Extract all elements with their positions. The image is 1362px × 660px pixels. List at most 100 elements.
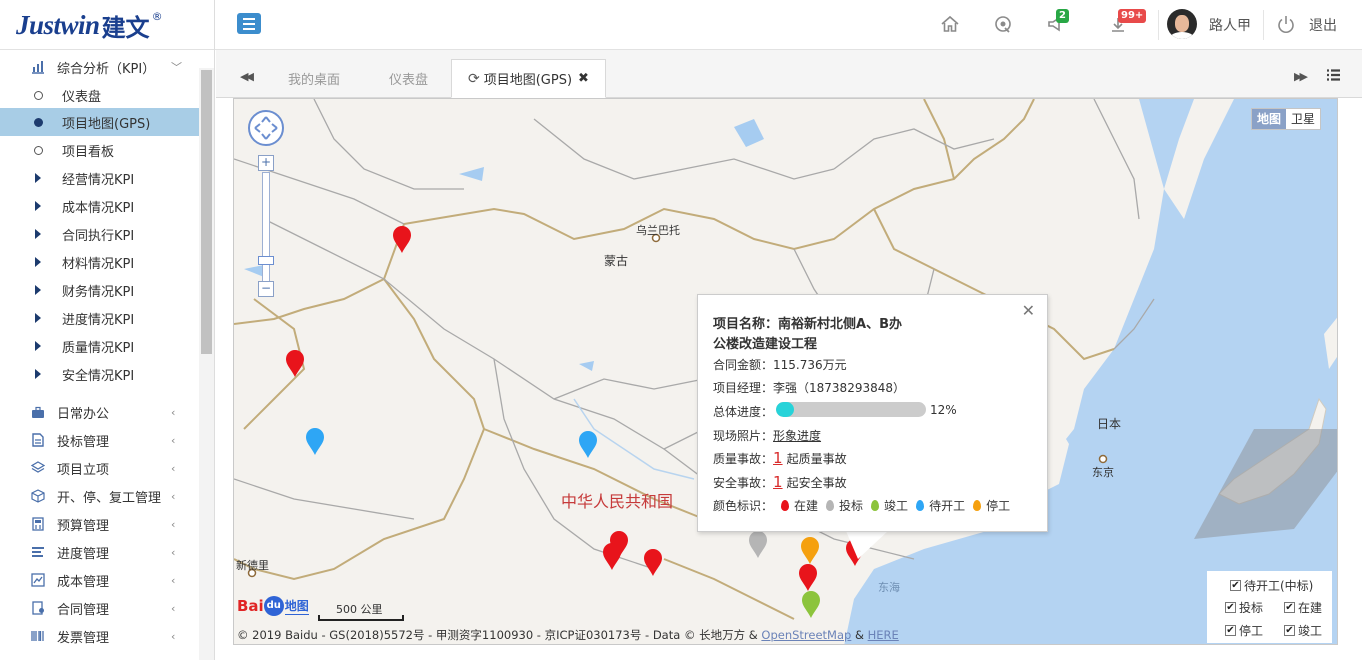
sidebar-group-contract[interactable]: 合同管理 ‹ <box>0 594 199 622</box>
chevron-left-icon: ‹ <box>171 461 176 475</box>
dot-icon <box>31 115 45 129</box>
tab-dashboard[interactable]: 仪表盘 <box>389 59 428 98</box>
map-pin-pending[interactable] <box>305 428 325 456</box>
registered-mark: ® <box>151 9 163 23</box>
safety-count-link[interactable]: 1 <box>773 473 783 491</box>
sidebar-item-project-map[interactable]: 项目地图(GPS) <box>0 108 199 136</box>
bar-chart-icon <box>31 60 45 74</box>
triangle-icon <box>31 255 45 269</box>
sidebar-group-cost[interactable]: 成本管理 ‹ <box>0 566 199 594</box>
sidebar-item-contract-kpi[interactable]: 合同执行KPI <box>0 220 199 248</box>
filter-bidding[interactable]: ✔ 投标 <box>1225 599 1263 616</box>
sidebar-item-project-board[interactable]: 项目看板 <box>0 136 199 164</box>
chevron-left-icon: ‹ <box>171 545 176 559</box>
map-pin-building[interactable] <box>602 543 622 571</box>
tab-my-desktop[interactable]: 我的桌面 <box>288 59 340 98</box>
username[interactable]: 路人甲 <box>1209 15 1251 35</box>
sidebar-group-kpi[interactable]: 综合分析（KPI） ﹀ <box>0 53 199 81</box>
site-photo-link[interactable]: 形象进度 <box>773 429 821 443</box>
close-icon[interactable]: ✕ <box>1022 301 1035 320</box>
refresh-icon[interactable]: ⟳ <box>468 71 480 87</box>
popup-pointer <box>846 531 888 559</box>
map-label-china: 中华人民共和国 <box>561 492 674 511</box>
map-zoom-slider[interactable] <box>262 172 270 282</box>
header-divider <box>1263 10 1264 40</box>
barcode-icon <box>31 629 45 643</box>
map-pin-building[interactable] <box>798 564 818 592</box>
avatar[interactable] <box>1167 9 1197 39</box>
map-scale: 500 公里 <box>318 601 404 621</box>
menu-toggle-button[interactable] <box>237 13 261 34</box>
scrollbar-thumb[interactable] <box>201 70 212 354</box>
tab-project-map[interactable]: ⟳ 项目地图(GPS) ✖ <box>451 59 606 98</box>
map-zoom-in-button[interactable]: + <box>258 155 274 171</box>
site-photo: 现场照片：形象进度 <box>713 429 822 443</box>
sidebar-item-label: 成本情况KPI <box>62 200 135 216</box>
chevron-left-icon: ‹ <box>171 573 176 587</box>
map-pin-pending[interactable] <box>578 431 598 459</box>
circle-icon <box>31 143 45 157</box>
triangle-icon <box>31 227 45 241</box>
color-legend: 颜色标识： 在建 投标 竣工 待开工 停工 <box>713 499 1011 513</box>
sidebar-item-label: 安全情况KPI <box>62 368 135 384</box>
tab-scroll-left-icon[interactable]: ◀◀ <box>240 70 254 83</box>
map-pin-building[interactable] <box>392 226 412 254</box>
here-link[interactable]: HERE <box>868 628 899 642</box>
sidebar-group-label: 项目立项 <box>57 462 110 478</box>
filter-pending-bid[interactable]: ✔ 待开工(中标) <box>1230 577 1313 594</box>
sidebar-item-safety-kpi[interactable]: 安全情况KPI <box>0 360 199 388</box>
logout-button[interactable]: 退出 <box>1309 15 1337 35</box>
progress-label: 总体进度： <box>713 405 774 419</box>
chart-icon <box>31 573 45 587</box>
map-zoom-handle[interactable] <box>258 256 274 265</box>
sidebar: 综合分析（KPI） ﹀ 仪表盘 项目地图(GPS) 项目看板 经营情况KPI 成… <box>0 50 215 660</box>
sidebar-group-work-status[interactable]: 开、停、复工管理 ‹ <box>0 482 199 510</box>
sidebar-group-budget[interactable]: 预算管理 ‹ <box>0 510 199 538</box>
sidebar-item-material-kpi[interactable]: 材料情况KPI <box>0 248 199 276</box>
sidebar-item-operation-kpi[interactable]: 经营情况KPI <box>0 164 199 192</box>
filter-building[interactable]: ✔ 在建 <box>1284 599 1322 616</box>
map-pin-building[interactable] <box>285 350 305 378</box>
sidebar-group-office[interactable]: 日常办公 ‹ <box>0 398 199 426</box>
map-pin-finished[interactable] <box>801 591 821 619</box>
message-badge: 99+ <box>1118 9 1147 23</box>
map-type-normal[interactable]: 地图 <box>1252 109 1287 129</box>
close-tab-icon[interactable]: ✖ <box>578 71 589 86</box>
map-pin-bidding[interactable] <box>748 531 768 559</box>
support-icon[interactable] <box>991 12 1015 36</box>
sidebar-group-project-setup[interactable]: 项目立项 ‹ <box>0 454 199 482</box>
tab-scroll-right-icon[interactable]: ▶▶ <box>1294 70 1308 83</box>
legend-marker-icon <box>973 500 982 511</box>
home-icon[interactable] <box>938 12 962 36</box>
sidebar-scrollbar[interactable]: ▲ ▼ <box>199 68 214 660</box>
project-manager: 项目经理：李强（18738293848） <box>713 381 905 395</box>
openstreetmap-link[interactable]: OpenStreetMap <box>761 628 851 642</box>
sidebar-item-finance-kpi[interactable]: 财务情况KPI <box>0 276 199 304</box>
project-map[interactable]: 乌兰巴托 蒙古 中华人民共和国 日本 东京 东海 新德里 + − 地图 卫星 ✕… <box>233 98 1338 645</box>
legend-label: 投标 <box>839 499 864 513</box>
sidebar-item-cost-kpi[interactable]: 成本情况KPI <box>0 192 199 220</box>
sidebar-item-dashboard[interactable]: 仪表盘 <box>0 81 199 109</box>
sidebar-group-invoice[interactable]: 发票管理 ‹ <box>0 622 199 650</box>
map-pan-control[interactable] <box>248 110 284 146</box>
power-icon[interactable] <box>1274 12 1298 36</box>
sidebar-group-schedule[interactable]: 进度管理 ‹ <box>0 538 199 566</box>
status-filter-panel: ✔ 待开工(中标) ✔ 投标 ✔ 在建 ✔ 停工 ✔ 竣工 <box>1207 571 1332 643</box>
cube-icon <box>31 489 45 503</box>
map-pin-building[interactable] <box>643 549 663 577</box>
sidebar-item-progress-kpi[interactable]: 进度情况KPI <box>0 304 199 332</box>
triangle-icon <box>31 171 45 185</box>
sidebar-group-bid[interactable]: 投标管理 ‹ <box>0 426 199 454</box>
map-type-satellite[interactable]: 卫星 <box>1286 109 1320 129</box>
tab-list-icon[interactable] <box>1327 69 1340 85</box>
sidebar-item-quality-kpi[interactable]: 质量情况KPI <box>0 332 199 360</box>
list-icon <box>31 545 45 559</box>
quality-count-link[interactable]: 1 <box>773 449 783 467</box>
filter-finished[interactable]: ✔ 竣工 <box>1284 622 1322 639</box>
quality-incidents: 质量事故：1 起质量事故 <box>713 449 847 467</box>
map-zoom-out-button[interactable]: − <box>258 281 274 297</box>
legend-label: 待开工 <box>929 499 966 513</box>
map-pin-stopped[interactable] <box>800 537 820 565</box>
filter-stopped[interactable]: ✔ 停工 <box>1225 622 1263 639</box>
legend-label: 停工 <box>986 499 1011 513</box>
